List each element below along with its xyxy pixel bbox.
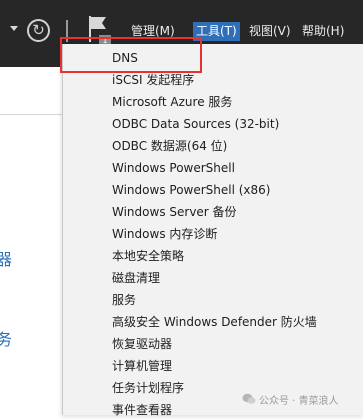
- panel-divider: [0, 114, 62, 115]
- menu-item-powershell-x86[interactable]: Windows PowerShell (x86): [112, 180, 270, 200]
- menu-item-odbc-64[interactable]: ODBC 数据源(64 位): [112, 136, 227, 156]
- menu-item-azure-services[interactable]: Microsoft Azure 服务: [112, 92, 232, 112]
- menu-item-iscsi-initiator[interactable]: iSCSI 发起程序: [112, 70, 194, 90]
- menu-item-recovery-drive[interactable]: 恢复驱动器: [112, 334, 172, 354]
- menu-view[interactable]: 视图(V): [249, 22, 291, 41]
- menu-help[interactable]: 帮助(H): [302, 22, 344, 41]
- menu-item-event-viewer[interactable]: 事件查看器: [112, 400, 172, 420]
- menu-item-powershell[interactable]: Windows PowerShell: [112, 158, 235, 178]
- menu-item-computer-management[interactable]: 计算机管理: [112, 356, 172, 376]
- left-panel-fragment-2[interactable]: 务: [0, 331, 12, 349]
- menu-item-disk-cleanup[interactable]: 磁盘清理: [112, 268, 160, 288]
- wechat-logo-icon: [242, 393, 256, 404]
- menu-item-task-scheduler[interactable]: 任务计划程序: [112, 378, 184, 398]
- menu-item-services[interactable]: 服务: [112, 290, 136, 310]
- highlight-box: [60, 37, 202, 73]
- refresh-icon[interactable]: ↻: [27, 19, 50, 42]
- chevron-down-icon[interactable]: [10, 26, 18, 31]
- left-panel-fragment-1[interactable]: 器: [0, 251, 12, 269]
- watermark-text: 公众号 · 青菜浪人: [259, 395, 339, 407]
- watermark: 公众号 · 青菜浪人: [242, 390, 339, 408]
- menu-item-memory-diagnostic[interactable]: Windows 内存诊断: [112, 224, 217, 244]
- menu-item-local-security-policy[interactable]: 本地安全策略: [112, 246, 184, 266]
- menu-item-defender-firewall[interactable]: 高级安全 Windows Defender 防火墙: [112, 312, 317, 332]
- menu-item-odbc-32[interactable]: ODBC Data Sources (32-bit): [112, 114, 279, 134]
- menu-item-server-backup[interactable]: Windows Server 备份: [112, 202, 237, 222]
- tools-dropdown-menu: DNS iSCSI 发起程序 Microsoft Azure 服务 ODBC D…: [62, 44, 363, 417]
- left-panel: 器 务: [0, 67, 62, 415]
